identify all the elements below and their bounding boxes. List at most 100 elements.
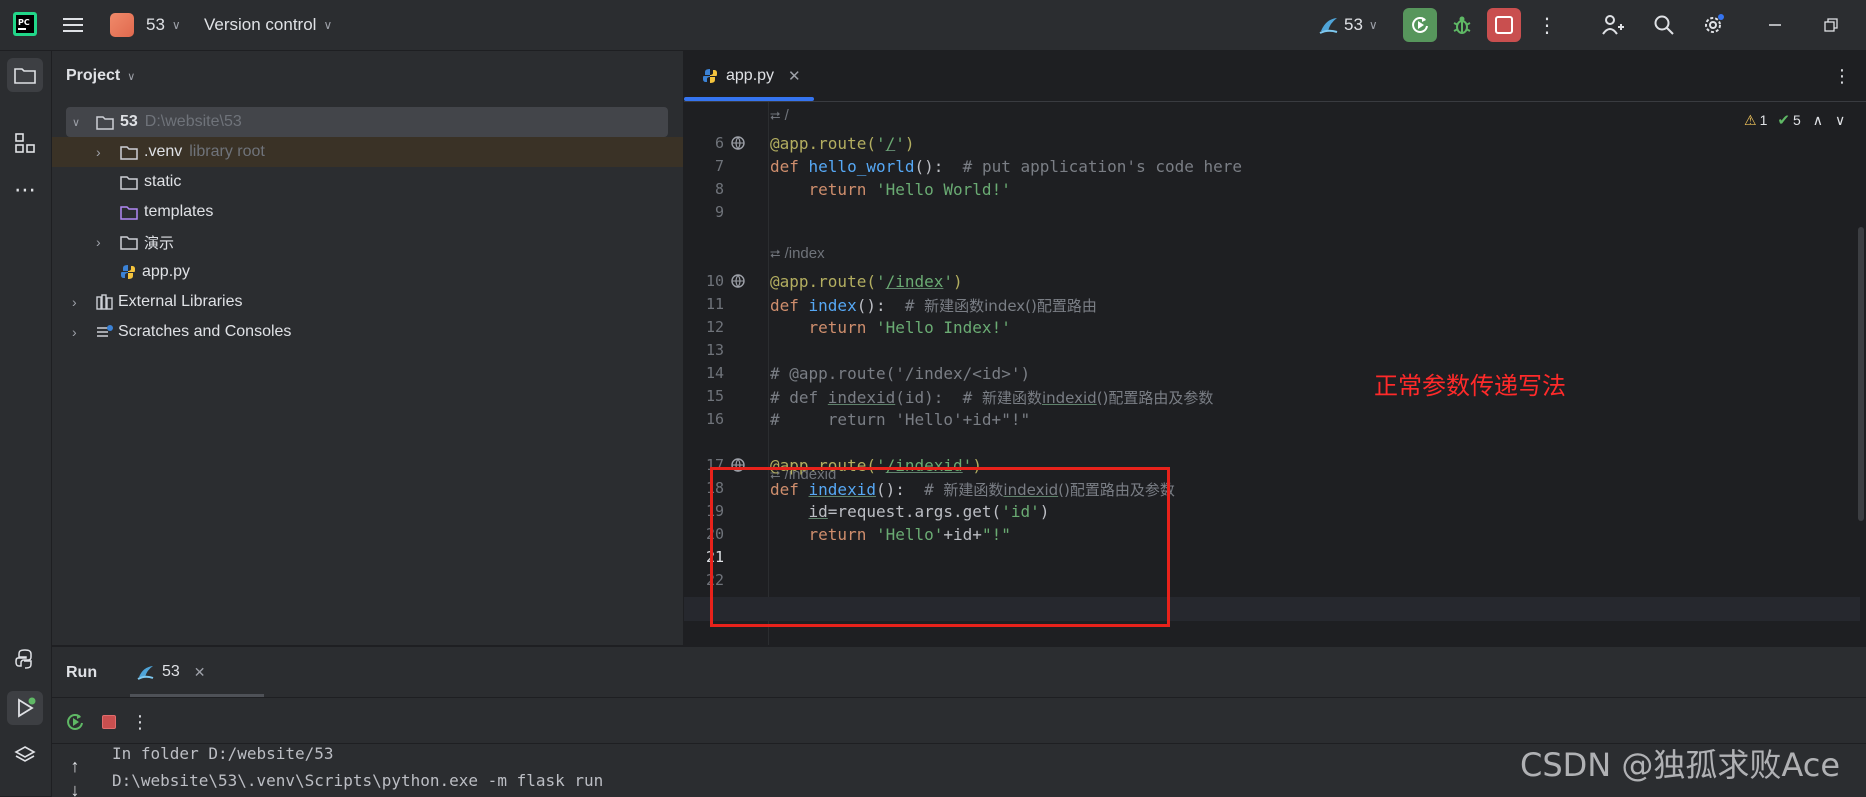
- watermark: CSDN @独孤求败Ace: [1520, 746, 1841, 784]
- chevron-down-icon[interactable]: ∨: [1835, 112, 1845, 129]
- folder-icon: [120, 175, 138, 190]
- chevron-up-icon[interactable]: ∧: [1813, 112, 1823, 129]
- tree-item-label: Scratches and Consoles: [118, 323, 292, 340]
- stop-button[interactable]: [1487, 8, 1521, 42]
- tree-item-templates[interactable]: templates: [52, 197, 683, 227]
- checks-count: 5: [1792, 112, 1801, 128]
- scratches-icon: [96, 324, 114, 340]
- code-line[interactable]: def index(): # 新建函数index()配置路由: [770, 295, 1097, 316]
- line-number: 7: [714, 157, 724, 175]
- python-file-icon: [120, 264, 136, 280]
- chevron-right-icon: ›: [96, 144, 101, 160]
- python-console-icon[interactable]: [11, 645, 39, 673]
- scrollbar-thumb[interactable]: [1858, 227, 1864, 521]
- settings-icon[interactable]: [1700, 12, 1726, 38]
- chevron-down-icon: ∨: [1368, 18, 1378, 32]
- run-header: Run 53 ✕: [52, 647, 1866, 698]
- code-line[interactable]: return 'Hello World!': [770, 180, 1011, 199]
- folder-icon: [120, 235, 138, 250]
- svg-text:PC: PC: [18, 18, 30, 27]
- tree-item-external-libraries[interactable]: › External Libraries: [52, 287, 683, 317]
- tab-app-py[interactable]: app.py ✕: [684, 51, 814, 101]
- code-line[interactable]: # def indexid(id): # 新建函数indexid()配置路由及参…: [770, 387, 1213, 408]
- chevron-down-icon: ∨: [323, 18, 333, 32]
- vcs-widget[interactable]: Version control ∨: [204, 12, 332, 38]
- code-line[interactable]: return 'Hello Index!': [770, 318, 1011, 337]
- code-line[interactable]: @app.route('/'): [770, 134, 915, 153]
- tab-options-icon[interactable]: ⋮: [1830, 63, 1854, 89]
- close-icon[interactable]: ✕: [194, 664, 206, 681]
- project-tool-window: Project ∨ ∨ 53 D:\website\53 › .venv lib…: [52, 51, 684, 645]
- web-route-icon[interactable]: [728, 271, 748, 291]
- highlight-box: [710, 467, 1170, 627]
- chevron-right-icon: ›: [72, 294, 77, 310]
- flask-icon: [136, 663, 156, 681]
- tree-item-label: static: [144, 173, 182, 190]
- close-icon[interactable]: ✕: [788, 67, 801, 85]
- tree-item-venv[interactable]: › .venv library root: [52, 137, 683, 167]
- rerun-icon[interactable]: [62, 709, 88, 735]
- line-number: 13: [705, 341, 724, 359]
- minimize-icon[interactable]: [1762, 12, 1788, 38]
- run-tab-53[interactable]: 53 ✕: [130, 647, 264, 697]
- project-badge-icon: [110, 13, 134, 37]
- web-route-icon[interactable]: [728, 133, 748, 153]
- line-number: 9: [714, 203, 724, 221]
- line-number: 8: [714, 180, 724, 198]
- chevron-down-icon: ∨: [72, 116, 81, 129]
- tree-item-app-py[interactable]: app.py: [52, 257, 683, 287]
- vcs-label: Version control: [204, 15, 317, 34]
- line-number: 12: [705, 318, 724, 336]
- pycharm-logo-icon[interactable]: PC: [13, 12, 37, 36]
- route-hint[interactable]: ⮂ /: [770, 107, 789, 124]
- code-line[interactable]: @app.route('/index'): [770, 272, 963, 291]
- run-config-label: 53: [1344, 15, 1363, 34]
- code-line[interactable]: # @app.route('/index/<id>'): [770, 364, 1030, 383]
- chevron-right-icon: ›: [96, 234, 101, 250]
- route-hint[interactable]: ⮂ /index: [770, 245, 825, 262]
- tree-item-root[interactable]: ∨ 53 D:\website\53: [66, 107, 668, 137]
- run-tab-label: 53: [162, 663, 180, 680]
- route-hint-text: /: [784, 107, 789, 124]
- rerun-button[interactable]: [1403, 8, 1437, 42]
- project-header[interactable]: Project ∨: [66, 67, 135, 85]
- tree-item-demo[interactable]: › 演示: [52, 227, 683, 257]
- run-config-selector[interactable]: 53 ∨: [1318, 12, 1378, 38]
- line-number: 14: [705, 364, 724, 382]
- library-icon: [96, 294, 114, 310]
- more-actions-icon[interactable]: ⋮: [130, 709, 150, 735]
- structure-icon[interactable]: [11, 129, 39, 157]
- add-user-icon[interactable]: [1600, 12, 1626, 38]
- stop-icon[interactable]: [96, 709, 122, 735]
- debug-button[interactable]: [1445, 8, 1479, 42]
- tab-active-indicator: [684, 97, 814, 101]
- scroll-up-icon[interactable]: ↑: [62, 753, 88, 779]
- bug-icon: [1453, 16, 1471, 34]
- chevron-down-icon: ∨: [171, 18, 181, 32]
- chevron-down-icon: ∨: [127, 70, 136, 83]
- more-actions-icon[interactable]: ⋮: [1535, 12, 1559, 38]
- scroll-down-icon[interactable]: ↓: [62, 783, 88, 797]
- tree-item-static[interactable]: static: [52, 167, 683, 197]
- layers-icon[interactable]: [11, 741, 39, 769]
- main-menu-icon[interactable]: [60, 12, 86, 38]
- search-icon[interactable]: [1651, 12, 1677, 38]
- project-widget[interactable]: 53 ∨: [110, 12, 181, 38]
- code-line[interactable]: def hello_world(): # put application's c…: [770, 157, 1242, 176]
- folder-icon: [120, 145, 138, 160]
- tree-item-label: 53: [120, 113, 138, 130]
- line-number: 6: [714, 134, 724, 152]
- tool-window-strip: ⋯: [0, 51, 52, 796]
- line-number: 11: [705, 295, 724, 313]
- inspections-widget[interactable]: ⚠ 1 ✔ 5 ∧ ∨: [1744, 111, 1845, 130]
- stop-icon: [1495, 16, 1513, 34]
- more-tools-icon[interactable]: ⋯: [11, 176, 39, 204]
- code-line[interactable]: # return 'Hello'+id+"!": [770, 410, 1030, 429]
- tree-item-scratches[interactable]: › Scratches and Consoles: [52, 317, 683, 347]
- route-hint-text: /index: [784, 245, 825, 262]
- folder-icon[interactable]: [7, 58, 43, 92]
- tree-item-label: templates: [144, 203, 214, 220]
- tree-item-label: .venv: [144, 143, 183, 160]
- run-icon[interactable]: [7, 691, 43, 725]
- restore-window-icon[interactable]: [1818, 12, 1844, 38]
